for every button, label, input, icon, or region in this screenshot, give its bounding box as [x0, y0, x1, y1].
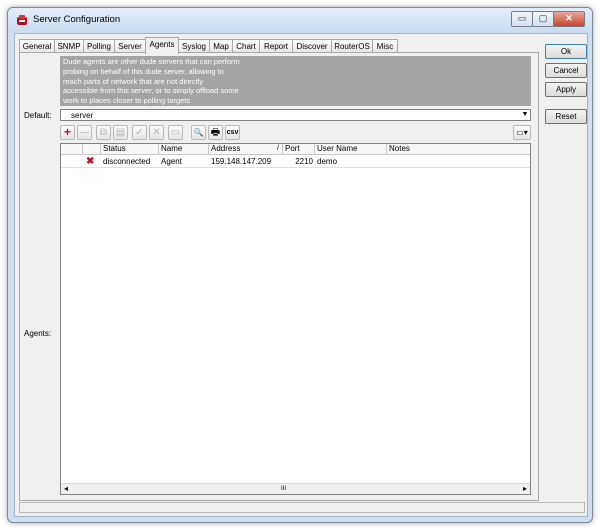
csv-icon: csv: [226, 129, 239, 136]
chevron-down-icon[interactable]: ▼: [520, 110, 530, 120]
column-header-icon[interactable]: [83, 144, 101, 155]
default-agent-value: server: [71, 111, 94, 120]
tab-syslog[interactable]: Syslog: [178, 39, 210, 53]
x-icon: ✕: [152, 127, 161, 138]
disable-button[interactable]: ✕: [149, 125, 164, 140]
server-configuration-window: Server Configuration ▭ ▢ ✕ General SNMP …: [7, 7, 593, 523]
minus-icon: —: [79, 127, 90, 138]
tab-discover[interactable]: Discover: [292, 39, 332, 53]
row-address: 159.148.147.209: [211, 157, 272, 166]
description-line: Dude agents are other dude servers that …: [63, 57, 240, 66]
row-notes: [387, 156, 530, 167]
row-status: disconnected: [103, 157, 151, 166]
agents-description: Dude agents are other dude servers that …: [60, 56, 531, 106]
tab-agents[interactable]: Agents: [145, 37, 179, 54]
plus-icon: +: [63, 125, 71, 139]
apply-button[interactable]: Apply: [545, 82, 587, 97]
minimize-button[interactable]: ▭: [511, 11, 533, 27]
ok-button[interactable]: Ok: [545, 44, 587, 59]
agents-panel: Dude agents are other dude servers that …: [19, 52, 539, 501]
print-button[interactable]: 🖶: [208, 125, 223, 140]
column-header-flag[interactable]: [61, 144, 83, 155]
description-line: probing on behalf of this dude server, a…: [63, 66, 224, 76]
status-bar: [19, 502, 585, 513]
row-user-name: demo: [317, 157, 338, 166]
columns-icon: ▭▾: [516, 128, 528, 137]
comment-button[interactable]: ▭: [168, 125, 183, 140]
binoculars-icon: 🔍: [193, 128, 204, 137]
tab-snmp[interactable]: SNMP: [54, 39, 84, 53]
check-icon: ✓: [135, 127, 144, 138]
tab-misc[interactable]: Misc: [372, 39, 398, 53]
agents-table: Status Name Address / Port User Name Not…: [60, 143, 531, 495]
row-flag: [61, 156, 83, 167]
column-header-notes[interactable]: Notes: [387, 144, 530, 155]
cancel-button[interactable]: Cancel: [545, 63, 587, 78]
description-line: reach parts of network that are not dire…: [63, 76, 204, 86]
enable-button[interactable]: ✓: [132, 125, 147, 140]
column-header-status[interactable]: Status: [101, 144, 159, 155]
column-header-port[interactable]: Port: [283, 144, 315, 155]
scroll-thumb[interactable]: III: [281, 484, 286, 494]
description-line: work to places closer to polling targets: [63, 96, 191, 106]
comment-icon: ▭: [170, 127, 181, 138]
columns-menu-button[interactable]: ▭▾: [513, 125, 531, 140]
tab-general[interactable]: General: [19, 39, 55, 53]
agents-label: Agents:: [24, 329, 52, 338]
row-separator: [61, 167, 530, 168]
dude-app-icon: [17, 15, 27, 25]
tab-polling[interactable]: Polling: [83, 39, 115, 53]
remove-agent-button[interactable]: —: [77, 125, 92, 140]
column-header-name[interactable]: Name: [159, 144, 209, 155]
add-agent-button[interactable]: +: [60, 125, 75, 140]
reset-button[interactable]: Reset: [545, 109, 587, 124]
tab-map[interactable]: Map: [209, 39, 233, 53]
address-header-label: Address: [211, 144, 241, 153]
disconnected-icon: ✖: [86, 156, 95, 167]
dialog-client-area: General SNMP Polling Server Agents Syslo…: [14, 33, 588, 517]
copy-button[interactable]: ⧉: [96, 125, 111, 140]
maximize-button[interactable]: ▢: [532, 11, 554, 27]
copy-icon: ⧉: [99, 127, 108, 138]
tab-report[interactable]: Report: [259, 39, 293, 53]
paste-button[interactable]: ▤: [113, 125, 128, 140]
row-port: 2210: [295, 157, 313, 166]
scroll-left-icon[interactable]: ◂: [64, 484, 68, 494]
tab-chart[interactable]: Chart: [232, 39, 260, 53]
row-name: Agent: [161, 157, 182, 166]
sort-indicator-icon: /: [277, 145, 279, 152]
window-title: Server Configuration: [33, 14, 121, 25]
title-bar[interactable]: Server Configuration ▭ ▢ ✕: [8, 8, 592, 33]
paste-icon: ▤: [115, 127, 126, 138]
find-button[interactable]: 🔍: [191, 125, 206, 140]
tab-server[interactable]: Server: [114, 39, 146, 53]
printer-icon: 🖶: [210, 127, 221, 138]
column-header-address[interactable]: Address /: [209, 144, 283, 155]
csv-export-button[interactable]: csv: [225, 125, 240, 140]
scroll-right-icon[interactable]: ▸: [523, 484, 527, 494]
column-header-user-name[interactable]: User Name: [315, 144, 387, 155]
description-line: accessible from this server, or to simpl…: [63, 86, 239, 96]
tab-routeros[interactable]: RouterOS: [331, 39, 373, 53]
horizontal-scrollbar[interactable]: ◂ III ▸: [61, 483, 530, 494]
default-label: Default:: [24, 111, 52, 120]
close-button[interactable]: ✕: [553, 11, 585, 27]
default-agent-select[interactable]: server ▼: [60, 109, 531, 121]
